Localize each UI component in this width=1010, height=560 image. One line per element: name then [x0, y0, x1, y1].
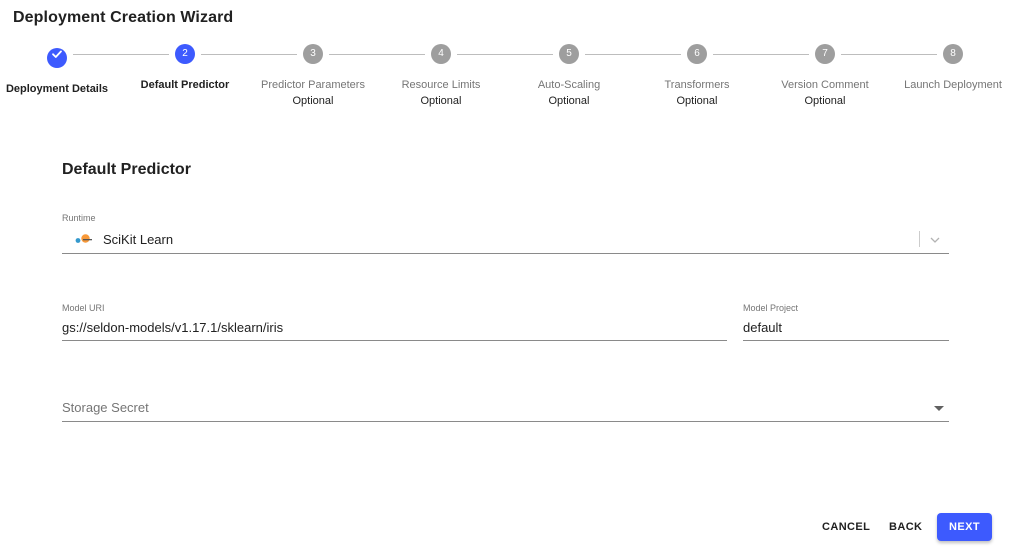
- step-number: 7: [815, 44, 835, 64]
- next-button[interactable]: NEXT: [937, 513, 992, 541]
- step-transformers[interactable]: 6 Transformers Optional: [633, 44, 761, 107]
- runtime-selected[interactable]: SciKit Learn: [62, 231, 949, 249]
- model-uri-underline: [62, 340, 727, 341]
- step-launch-deployment[interactable]: 8 Launch Deployment: [889, 44, 1010, 91]
- step-number: 5: [559, 44, 579, 64]
- step-number: 4: [431, 44, 451, 64]
- step-number: 3: [303, 44, 323, 64]
- step-label: Deployment Details: [5, 83, 109, 95]
- model-uri-label: Model URI: [62, 303, 105, 313]
- page-title: Deployment Creation Wizard: [13, 9, 234, 26]
- runtime-underline: [62, 253, 949, 254]
- step-optional-label: Optional: [804, 95, 846, 107]
- wizard-stepper: Deployment Details 2 Default Predictor 3…: [0, 44, 1010, 114]
- runtime-value: SciKit Learn: [103, 232, 174, 247]
- step-optional-label: Optional: [292, 95, 334, 107]
- model-project-underline: [743, 340, 949, 341]
- step-number: 6: [687, 44, 707, 64]
- step-deployment-details[interactable]: Deployment Details: [0, 44, 121, 95]
- step-number: 2: [175, 44, 195, 64]
- step-label: Default Predictor: [140, 79, 230, 91]
- step-label: Launch Deployment: [904, 79, 1002, 91]
- step-optional-label: Optional: [420, 95, 462, 107]
- step-label: Predictor Parameters: [261, 79, 365, 91]
- step-optional-label: Optional: [676, 95, 718, 107]
- step-label: Version Comment: [781, 79, 869, 91]
- scikit-learn-logo-icon: [75, 234, 92, 243]
- cancel-button[interactable]: CANCEL: [814, 513, 878, 541]
- step-label: Transformers: [664, 79, 730, 91]
- model-project-field[interactable]: Model Project: [743, 303, 949, 341]
- step-number: 8: [943, 44, 963, 64]
- section-title: Default Predictor: [62, 161, 191, 178]
- back-button[interactable]: BACK: [881, 513, 930, 541]
- model-uri-input[interactable]: [62, 320, 727, 335]
- step-label: Auto-Scaling: [537, 79, 601, 91]
- storage-secret-select[interactable]: Storage Secret: [62, 398, 949, 422]
- runtime-label: Runtime: [62, 213, 96, 223]
- storage-secret-underline: [62, 421, 949, 422]
- dropdown-arrow-icon[interactable]: [934, 406, 944, 411]
- step-auto-scaling[interactable]: 5 Auto-Scaling Optional: [505, 44, 633, 107]
- indicator-separator: [919, 231, 920, 247]
- step-version-comment[interactable]: 7 Version Comment Optional: [761, 44, 889, 107]
- storage-secret-placeholder: Storage Secret: [62, 400, 149, 415]
- model-uri-field[interactable]: Model URI: [62, 303, 727, 341]
- check-icon: [52, 50, 62, 58]
- runtime-select[interactable]: Runtime SciKit Learn: [62, 213, 949, 254]
- step-default-predictor[interactable]: 2 Default Predictor: [121, 44, 249, 91]
- model-project-label: Model Project: [743, 303, 799, 313]
- chevron-down-icon[interactable]: [929, 234, 941, 246]
- step-label: Resource Limits: [401, 79, 481, 91]
- step-resource-limits[interactable]: 4 Resource Limits Optional: [377, 44, 505, 107]
- step-circle-completed: [47, 48, 67, 68]
- step-optional-label: Optional: [548, 95, 590, 107]
- step-predictor-parameters[interactable]: 3 Predictor Parameters Optional: [249, 44, 377, 107]
- model-project-input[interactable]: [743, 320, 949, 335]
